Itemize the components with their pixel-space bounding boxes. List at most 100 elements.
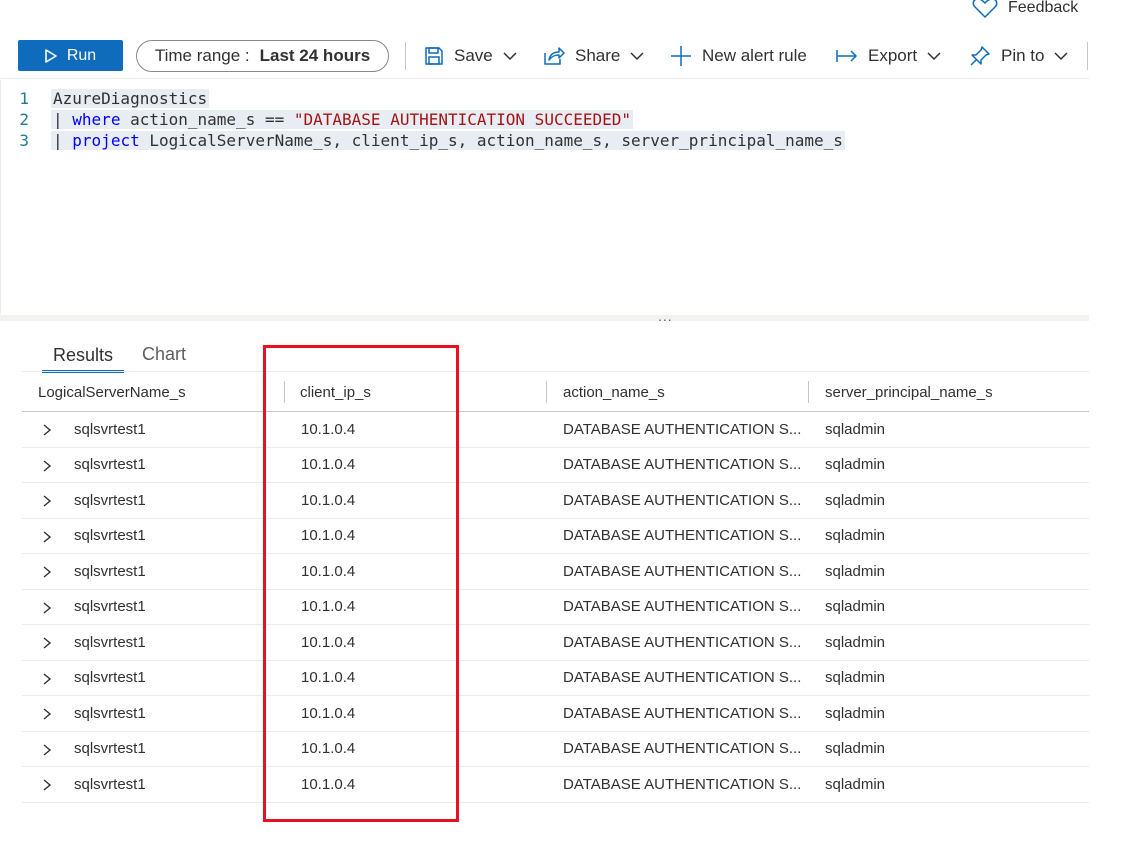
toolbar-divider <box>405 42 406 70</box>
code-pipe: | <box>53 110 63 129</box>
export-label: Export <box>868 46 918 65</box>
cell-action-name: DATABASE AUTHENTICATION S... <box>563 633 802 651</box>
column-header-logicalservername[interactable]: LogicalServerName_s <box>38 372 186 412</box>
table-row[interactable]: sqlsvrtest1 10.1.0.4 DATABASE AUTHENTICATI… <box>22 767 1089 803</box>
cell-action-name: DATABASE AUTHENTICATION S... <box>563 775 802 793</box>
query-editor[interactable]: 1 AzureDiagnostics 2 | where action_name… <box>0 80 1090 314</box>
column-resize-handle[interactable] <box>546 381 547 403</box>
time-range-value: Last 24 hours <box>259 46 371 65</box>
code-line-3: 3 | project LogicalServerName_s, client_… <box>1 130 845 151</box>
share-label: Share <box>575 46 621 65</box>
new-alert-rule-label: New alert rule <box>702 46 807 65</box>
code-table-name: AzureDiagnostics <box>51 89 210 108</box>
table-row[interactable]: sqlsvrtest1 10.1.0.4 DATABASE AUTHENTICATI… <box>22 696 1089 732</box>
cell-server-principal: sqladmin <box>825 740 886 757</box>
code-project-clause: | project LogicalServerName_s, client_ip… <box>51 131 845 150</box>
table-header: LogicalServerName_s client_ip_s action_n… <box>22 371 1089 412</box>
pane-splitter[interactable] <box>0 315 1089 321</box>
chevron-right-icon[interactable] <box>40 601 54 615</box>
chevron-right-icon[interactable] <box>40 778 54 792</box>
pin-icon <box>970 46 990 66</box>
table-row[interactable]: sqlsvrtest1 10.1.0.4 DATABASE AUTHENTICATI… <box>22 625 1089 661</box>
cell-logicalservername: sqlsvrtest1 <box>74 633 146 651</box>
table-row[interactable]: sqlsvrtest1 10.1.0.4 DATABASE AUTHENTICATI… <box>22 448 1089 483</box>
code-condition: action_name_s == <box>130 110 285 129</box>
pin-to-button[interactable]: Pin to <box>969 42 1069 70</box>
cell-logicalservername: sqlsvrtest1 <box>74 456 146 473</box>
run-button[interactable]: Run <box>18 40 123 71</box>
highlight-annotation <box>263 345 459 822</box>
cell-logicalservername: sqlsvrtest1 <box>74 704 146 722</box>
new-alert-rule-button[interactable]: New alert rule <box>670 42 807 70</box>
table-row[interactable]: sqlsvrtest1 10.1.0.4 DATABASE AUTHENTICATI… <box>22 483 1089 519</box>
chevron-down-icon <box>503 52 517 61</box>
chevron-right-icon[interactable] <box>40 494 54 508</box>
chevron-down-icon <box>1054 52 1069 61</box>
query-toolbar: Run Time range : Last 24 hours Save Shar… <box>0 34 1089 79</box>
share-button[interactable]: Share <box>543 42 644 70</box>
cell-server-principal: sqladmin <box>825 456 886 473</box>
code-string-literal: "DATABASE AUTHENTICATION SUCCEEDED" <box>293 110 632 129</box>
export-button[interactable]: Export <box>836 42 941 70</box>
cell-action-name: DATABASE AUTHENTICATION S... <box>563 562 802 580</box>
share-icon <box>544 47 565 65</box>
cell-server-principal: sqladmin <box>825 491 886 509</box>
cell-action-name: DATABASE AUTHENTICATION S... <box>563 740 802 757</box>
chevron-right-icon[interactable] <box>40 530 54 544</box>
plus-icon <box>671 46 691 66</box>
table-row[interactable]: sqlsvrtest1 10.1.0.4 DATABASE AUTHENTICATI… <box>22 732 1089 767</box>
cell-logicalservername: sqlsvrtest1 <box>74 598 146 615</box>
chevron-right-icon[interactable] <box>40 565 54 579</box>
code-line-2: 2 | where action_name_s == "DATABASE AUT… <box>1 109 634 130</box>
cell-server-principal: sqladmin <box>825 420 886 438</box>
column-resize-handle[interactable] <box>808 381 809 403</box>
chevron-right-icon[interactable] <box>40 636 54 650</box>
chevron-right-icon[interactable] <box>40 743 54 757</box>
toolbar-divider <box>1087 42 1088 70</box>
cell-action-name: DATABASE AUTHENTICATION S... <box>563 669 802 686</box>
time-range-picker[interactable]: Time range : Last 24 hours <box>136 40 389 72</box>
column-header-server-principal[interactable]: server_principal_name_s <box>825 372 993 412</box>
cell-logicalservername: sqlsvrtest1 <box>74 420 146 438</box>
tab-results[interactable]: Results <box>42 338 124 373</box>
cell-server-principal: sqladmin <box>825 527 886 544</box>
code-pipe: | <box>53 131 63 150</box>
chevron-right-icon[interactable] <box>40 707 54 721</box>
cell-logicalservername: sqlsvrtest1 <box>74 491 146 509</box>
feedback-button[interactable]: Feedback <box>972 0 1078 20</box>
export-icon <box>836 50 858 62</box>
cell-server-principal: sqladmin <box>825 562 886 580</box>
line-number: 3 <box>19 131 29 150</box>
cell-logicalservername: sqlsvrtest1 <box>74 562 146 580</box>
cell-logicalservername: sqlsvrtest1 <box>74 740 146 757</box>
table-row[interactable]: sqlsvrtest1 10.1.0.4 DATABASE AUTHENTICATI… <box>22 554 1089 590</box>
pin-to-label: Pin to <box>1001 46 1045 65</box>
chevron-right-icon[interactable] <box>40 672 54 686</box>
cell-server-principal: sqladmin <box>825 633 886 651</box>
chevron-right-icon[interactable] <box>40 459 54 473</box>
code-line-1: 1 AzureDiagnostics <box>1 88 210 109</box>
table-row[interactable]: sqlsvrtest1 10.1.0.4 DATABASE AUTHENTICATI… <box>22 590 1089 625</box>
line-number: 2 <box>19 110 29 129</box>
cell-action-name: DATABASE AUTHENTICATION S... <box>563 704 802 722</box>
column-header-action-name[interactable]: action_name_s <box>563 372 665 412</box>
save-button[interactable]: Save <box>424 42 517 70</box>
cell-logicalservername: sqlsvrtest1 <box>74 775 146 793</box>
table-row[interactable]: sqlsvrtest1 10.1.0.4 DATABASE AUTHENTICATI… <box>22 519 1089 554</box>
cell-server-principal: sqladmin <box>825 775 886 793</box>
cell-action-name: DATABASE AUTHENTICATION S... <box>563 456 802 473</box>
line-number: 1 <box>19 89 29 108</box>
code-keyword-project: project <box>72 131 140 150</box>
chevron-right-icon[interactable] <box>40 423 54 437</box>
chevron-down-icon <box>630 52 644 61</box>
table-row[interactable]: sqlsvrtest1 10.1.0.4 DATABASE AUTHENTICATI… <box>22 412 1089 448</box>
table-row[interactable]: sqlsvrtest1 10.1.0.4 DATABASE AUTHENTICATI… <box>22 661 1089 696</box>
cell-logicalservername: sqlsvrtest1 <box>74 669 146 686</box>
code-where-clause: | where action_name_s == "DATABASE AUTHE… <box>51 110 634 129</box>
tab-chart[interactable]: Chart <box>142 338 186 370</box>
code-project-columns: LogicalServerName_s, client_ip_s, action… <box>149 131 843 150</box>
splitter-handle[interactable]: ... <box>658 308 673 324</box>
cell-action-name: DATABASE AUTHENTICATION S... <box>563 598 802 615</box>
time-range-label: Time range : <box>154 46 250 65</box>
cell-action-name: DATABASE AUTHENTICATION S... <box>563 491 802 509</box>
